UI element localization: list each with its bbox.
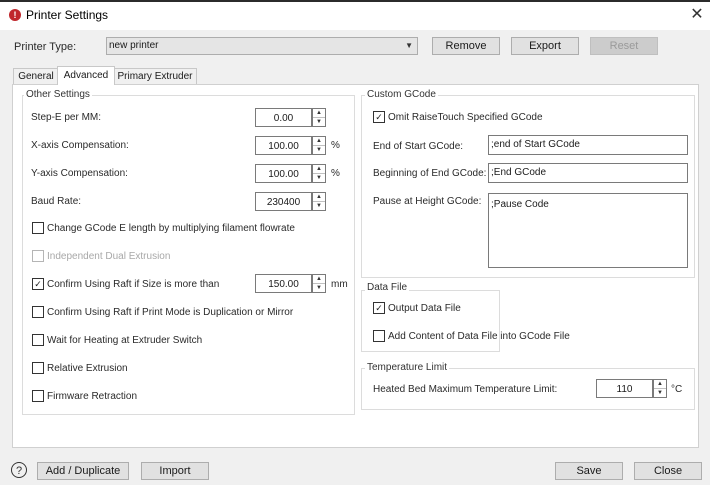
pause-at-height-label: Pause at Height GCode:	[373, 196, 482, 207]
other-settings-title: Other Settings	[24, 89, 92, 100]
baud-rate-spinner[interactable]: ▲ ▼	[312, 192, 326, 211]
spin-up-icon[interactable]: ▲	[654, 380, 666, 389]
y-comp-unit: %	[331, 168, 340, 179]
x-comp-label: X-axis Compensation:	[31, 140, 129, 151]
app-logo-icon: !	[9, 9, 21, 21]
pause-at-height-textarea[interactable]: ;Pause Code	[488, 193, 688, 268]
x-comp-spinner[interactable]: ▲ ▼	[312, 136, 326, 155]
remove-button[interactable]: Remove	[432, 37, 500, 55]
close-button[interactable]: Close	[634, 462, 702, 480]
reset-button[interactable]: Reset	[590, 37, 658, 55]
bed-temp-spinner[interactable]: ▲ ▼	[653, 379, 667, 398]
raft-size-spinner[interactable]: ▲ ▼	[312, 274, 326, 293]
close-icon[interactable]: ✕	[688, 6, 706, 24]
end-of-start-input[interactable]: ;end of Start GCode	[488, 135, 688, 155]
wait-heating-label: Wait for Heating at Extruder Switch	[47, 335, 203, 346]
x-comp-input[interactable]: 100.00	[255, 136, 312, 155]
spin-down-icon[interactable]: ▼	[313, 284, 325, 292]
add-duplicate-button[interactable]: Add / Duplicate	[37, 462, 129, 480]
spin-down-icon[interactable]: ▼	[313, 146, 325, 154]
step-e-input[interactable]: 0.00	[255, 108, 312, 127]
spin-up-icon[interactable]: ▲	[313, 109, 325, 118]
x-comp-unit: %	[331, 140, 340, 151]
wait-heating-checkbox[interactable]	[32, 334, 44, 346]
data-file-group	[361, 290, 500, 352]
spin-up-icon[interactable]: ▲	[313, 165, 325, 174]
y-comp-input[interactable]: 100.00	[255, 164, 312, 183]
change-gcode-checkbox[interactable]	[32, 222, 44, 234]
spin-down-icon[interactable]: ▼	[654, 389, 666, 397]
change-gcode-label: Change GCode E length by multiplying fil…	[47, 223, 295, 234]
raft-size-checkbox[interactable]: ✓	[32, 278, 44, 290]
beginning-of-end-input[interactable]: ;End GCode	[488, 163, 688, 183]
data-file-title: Data File	[365, 282, 410, 293]
help-icon[interactable]: ?	[11, 462, 27, 478]
export-button[interactable]: Export	[511, 37, 579, 55]
tab-primary-extruder[interactable]: Primary Extruder	[113, 68, 197, 84]
spin-down-icon[interactable]: ▼	[313, 202, 325, 210]
tab-advanced[interactable]: Advanced	[57, 66, 115, 85]
step-e-spinner[interactable]: ▲ ▼	[312, 108, 326, 127]
relative-extrusion-label: Relative Extrusion	[47, 363, 128, 374]
printer-type-label: Printer Type:	[14, 41, 77, 53]
beginning-of-end-label: Beginning of End GCode:	[373, 168, 487, 179]
raft-size-unit: mm	[331, 279, 348, 290]
window-title: Printer Settings	[26, 8, 109, 22]
omit-raise-checkbox[interactable]: ✓	[373, 111, 385, 123]
spin-down-icon[interactable]: ▼	[313, 118, 325, 126]
step-e-label: Step-E per MM:	[31, 112, 102, 123]
raft-size-label: Confirm Using Raft if Size is more than	[47, 279, 220, 290]
firmware-retraction-label: Firmware Retraction	[47, 391, 138, 402]
save-button[interactable]: Save	[555, 462, 623, 480]
independent-dual-label: Independent Dual Extrusion	[47, 251, 171, 262]
raft-size-input[interactable]: 150.00	[255, 274, 312, 293]
output-data-label: Output Data File	[388, 303, 461, 314]
bed-temp-input[interactable]: 110	[596, 379, 653, 398]
end-of-start-label: End of Start GCode:	[373, 141, 464, 152]
raft-mode-label: Confirm Using Raft if Print Mode is Dupl…	[47, 307, 294, 318]
bed-temp-unit: °C	[671, 384, 683, 395]
dropdown-arrow-icon: ▼	[405, 41, 413, 50]
tab-general[interactable]: General	[13, 68, 59, 84]
y-comp-label: Y-axis Compensation:	[31, 168, 128, 179]
spin-up-icon[interactable]: ▲	[313, 275, 325, 284]
add-content-checkbox[interactable]	[373, 330, 385, 342]
spin-up-icon[interactable]: ▲	[313, 137, 325, 146]
spin-up-icon[interactable]: ▲	[313, 193, 325, 202]
add-content-label: Add Content of Data File into GCode File	[388, 331, 570, 342]
custom-gcode-title: Custom GCode	[365, 89, 438, 100]
import-button[interactable]: Import	[141, 462, 209, 480]
spin-down-icon[interactable]: ▼	[313, 174, 325, 182]
y-comp-spinner[interactable]: ▲ ▼	[312, 164, 326, 183]
firmware-retraction-checkbox[interactable]	[32, 390, 44, 402]
raft-mode-checkbox[interactable]	[32, 306, 44, 318]
temperature-limit-title: Temperature Limit	[365, 362, 450, 373]
baud-rate-input[interactable]: 230400	[255, 192, 312, 211]
printer-type-value: new printer	[109, 40, 159, 51]
printer-type-select[interactable]: new printer ▼	[106, 37, 418, 55]
baud-rate-label: Baud Rate:	[31, 196, 82, 207]
independent-dual-checkbox[interactable]	[32, 250, 44, 262]
output-data-checkbox[interactable]: ✓	[373, 302, 385, 314]
relative-extrusion-checkbox[interactable]	[32, 362, 44, 374]
bed-temp-label: Heated Bed Maximum Temperature Limit:	[373, 384, 558, 395]
omit-raise-label: Omit RaiseTouch Specified GCode	[388, 112, 543, 123]
